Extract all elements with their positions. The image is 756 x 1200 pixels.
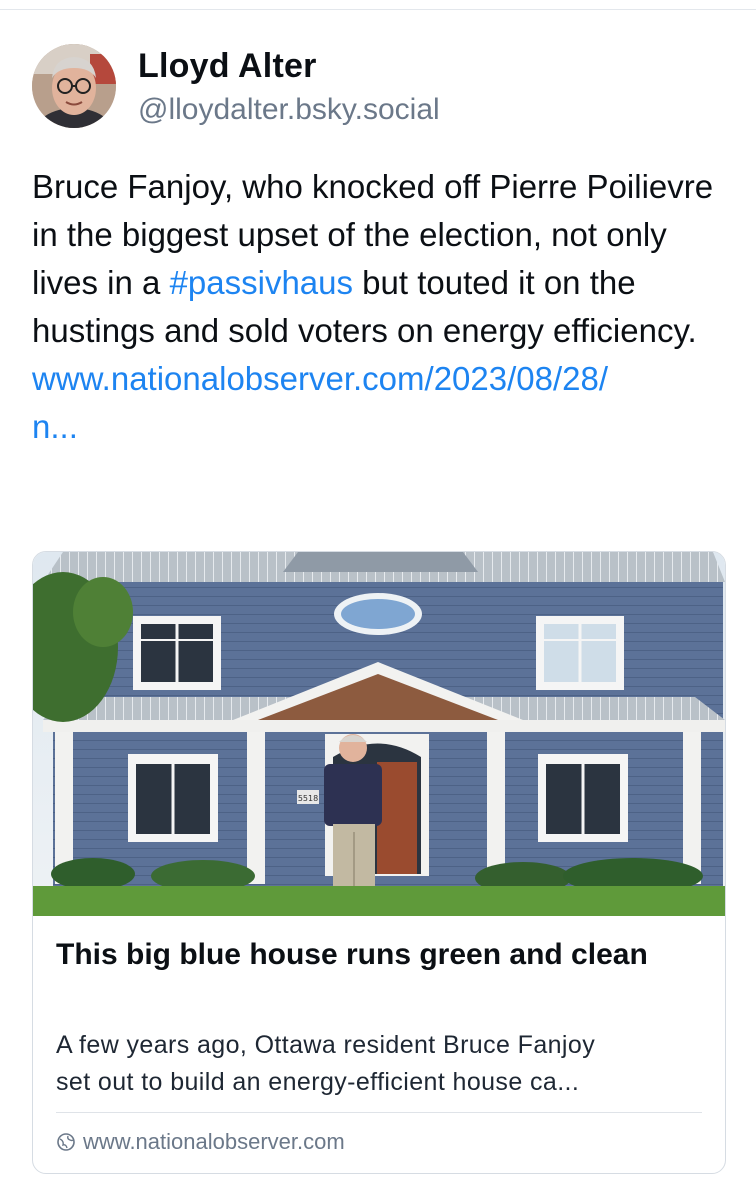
globe-icon (57, 1133, 75, 1151)
author-name[interactable]: Lloyd Alter (138, 46, 317, 86)
card-divider (56, 1112, 702, 1113)
author-avatar[interactable] (32, 44, 116, 128)
link-preview-card[interactable]: 5518 This big blue house runs green and … (32, 551, 726, 1174)
card-description-line2: set out to build an energy-efficient hou… (56, 1068, 580, 1096)
post-text: Bruce Fanjoy, who knocked off Pierre Poi… (32, 163, 732, 451)
article-url-line2: n... (32, 408, 78, 445)
hashtag-link[interactable]: #passivhaus (170, 264, 353, 301)
card-description: A few years ago, Ottawa resident Bruce F… (56, 1027, 706, 1101)
author-handle[interactable]: @lloydalter.bsky.social (138, 92, 440, 128)
article-url-link[interactable]: www.nationalobserver.com/2023/08/28/n... (32, 355, 732, 451)
house-number: 5518 (298, 794, 318, 803)
article-url-line1: www.nationalobserver.com/2023/08/28/ (32, 360, 609, 397)
card-description-line1: A few years ago, Ottawa resident Bruce F… (56, 1031, 596, 1059)
top-divider (0, 9, 756, 10)
card-title: This big blue house runs green and clean (56, 938, 648, 971)
card-thumbnail-image: 5518 (33, 552, 725, 916)
card-domain: www.nationalobserver.com (56, 1127, 345, 1157)
card-domain-text: www.nationalobserver.com (83, 1129, 345, 1154)
